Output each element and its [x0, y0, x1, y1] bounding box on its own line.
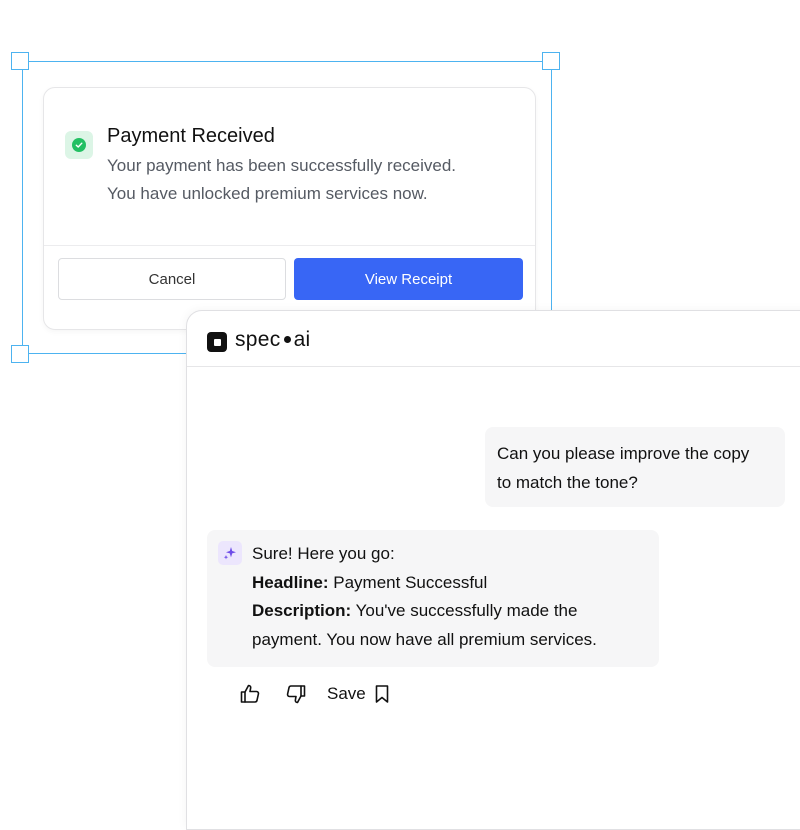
payment-title: Payment Received [107, 125, 275, 147]
chat-header: spec ai [187, 311, 800, 367]
description-label: Description: [252, 601, 352, 620]
brand-dot [283, 335, 291, 343]
bookmark-icon [375, 685, 389, 703]
user-message-line-1: Can you please improve the copy [497, 444, 750, 463]
ai-message: Sure! Here you go: Headline: Payment Suc… [207, 530, 659, 667]
view-receipt-button[interactable]: View Receipt [294, 258, 523, 300]
payment-description: Your payment has been successfully recei… [107, 152, 527, 208]
cancel-button[interactable]: Cancel [58, 258, 286, 300]
chat-window: spec ai Can you please improve the copy t… [186, 310, 800, 830]
description-value-line-2: payment. You now have all premium servic… [252, 629, 597, 649]
resize-handle-top-right[interactable] [542, 52, 560, 70]
brand-left: spec [235, 328, 281, 351]
thumbs-up-icon[interactable] [237, 681, 263, 707]
payment-description-line-2: You have unlocked premium services now. [107, 184, 428, 203]
check-circle-icon [65, 131, 93, 159]
payment-description-line-1: Your payment has been successfully recei… [107, 156, 457, 175]
payment-received-card: Payment Received Your payment has been s… [43, 87, 536, 330]
ai-message-text: Sure! Here you go: Headline: Payment Suc… [252, 540, 652, 654]
resize-handle-top-left[interactable] [11, 52, 29, 70]
brand-logo: spec ai [235, 328, 311, 352]
user-message-line-2: to match the tone? [497, 473, 638, 492]
logo-icon [207, 332, 227, 352]
description-value-line-1: You've successfully made the [351, 601, 578, 620]
sparkle-icon [218, 541, 242, 565]
save-label: Save [327, 684, 366, 703]
resize-handle-bottom-left[interactable] [11, 345, 29, 363]
headline-value: Payment Successful [328, 572, 488, 592]
ai-intro: Sure! Here you go: [252, 544, 395, 563]
user-message: Can you please improve the copy to match… [485, 427, 785, 507]
ai-description: Description: You've successfully made th… [252, 597, 652, 626]
save-button[interactable]: Save [327, 681, 390, 707]
card-divider [44, 245, 535, 246]
brand-right: ai [293, 328, 311, 351]
ai-headline: Headline: Payment Successful [252, 569, 652, 598]
thumbs-down-icon[interactable] [283, 681, 309, 707]
headline-label: Headline: [252, 572, 329, 592]
